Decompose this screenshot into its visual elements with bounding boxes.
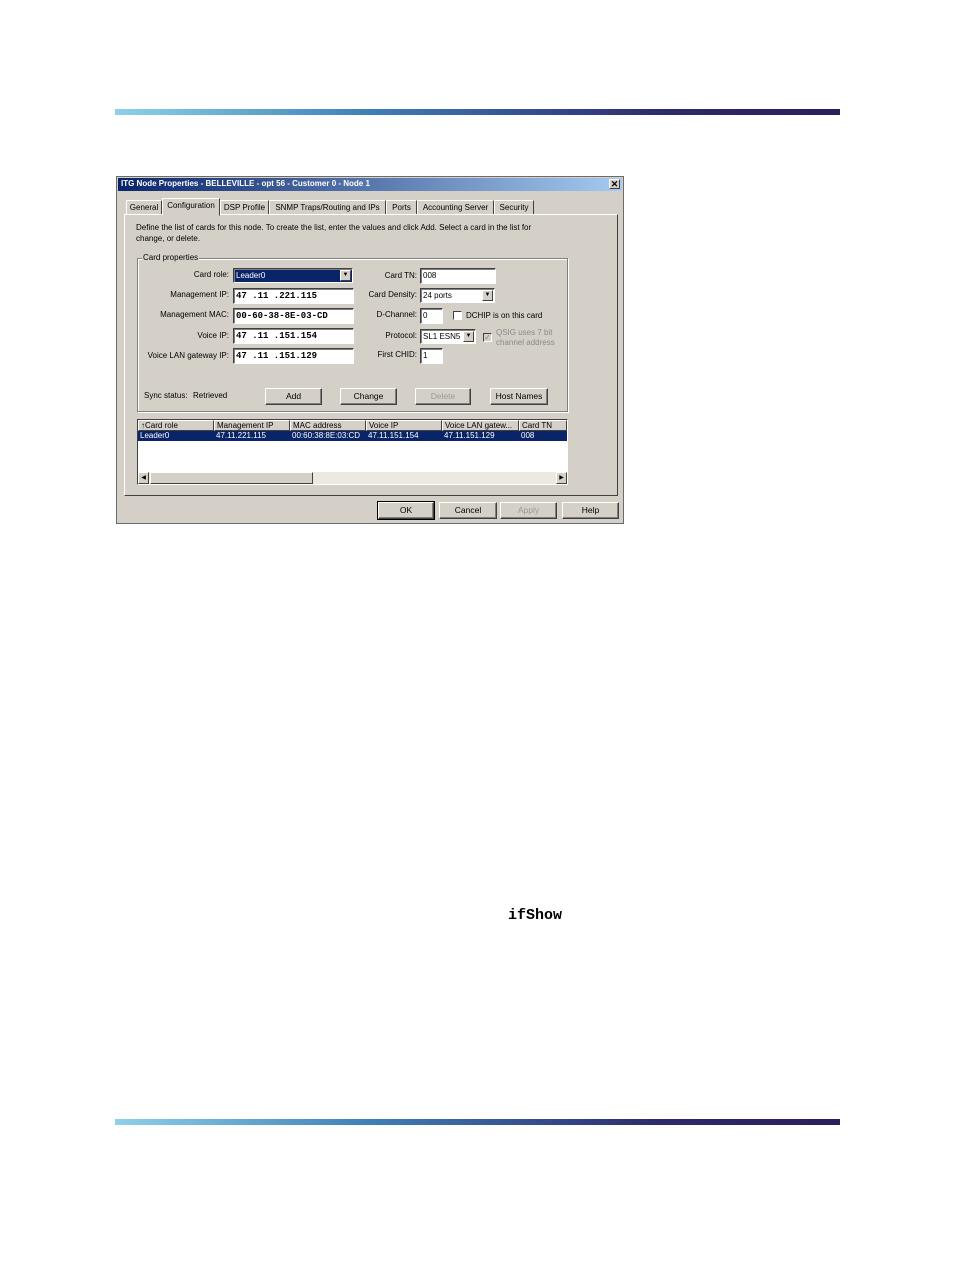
description-line-1: Define the list of cards for this node. … xyxy=(136,223,532,232)
card-density-label: Card Density: xyxy=(368,290,417,299)
column-header-management-ip[interactable]: Management IP xyxy=(214,420,290,431)
tab-snmp-traps[interactable]: SNMP Traps/Routing and IPs xyxy=(269,200,386,215)
first-chid-input[interactable]: 1 xyxy=(420,348,443,364)
column-label: Card role xyxy=(145,421,178,430)
card-role-select[interactable]: Leader0 ▼ xyxy=(233,268,353,283)
cancel-button[interactable]: Cancel xyxy=(439,502,497,519)
protocol-label: Protocol: xyxy=(385,331,417,340)
close-icon: ✕ xyxy=(610,179,619,189)
chevron-down-icon[interactable]: ▼ xyxy=(482,290,493,301)
dialog-title: ITG Node Properties - BELLEVILLE - opt 5… xyxy=(121,179,370,188)
horizontal-scrollbar[interactable]: ◀ ▶ xyxy=(138,472,567,484)
qsig-label-line-1: QSIG uses 7 bit xyxy=(496,328,553,337)
voice-ip-input[interactable]: 47 .11 .151.154 xyxy=(233,328,354,344)
management-mac-label: Management MAC: xyxy=(160,310,229,319)
apply-button[interactable]: Apply xyxy=(500,502,557,519)
title-bar[interactable]: ITG Node Properties - BELLEVILLE - opt 5… xyxy=(118,178,622,191)
sync-status-label: Sync status: xyxy=(144,391,188,400)
card-density-value: 24 ports xyxy=(423,291,452,300)
management-mac-input[interactable]: 00-60-38-8E-03-CD xyxy=(233,308,354,324)
close-button[interactable]: ✕ xyxy=(609,179,620,189)
management-ip-label: Management IP: xyxy=(170,290,229,299)
chevron-down-icon[interactable]: ▼ xyxy=(340,270,351,281)
cell-mac-address: 00:60:38:8E:03:CD xyxy=(292,431,361,440)
column-header-voice-gateway[interactable]: Voice LAN gatew... xyxy=(442,420,519,431)
first-chid-label: First CHID: xyxy=(377,350,417,359)
protocol-value: SL1 ESN5 xyxy=(423,332,461,341)
ok-button[interactable]: OK xyxy=(377,501,435,520)
protocol-select[interactable]: SL1 ESN5 ▼ xyxy=(420,329,476,344)
tab-security[interactable]: Security xyxy=(494,200,534,215)
dchannel-label: D-Channel: xyxy=(376,310,417,319)
change-button[interactable]: Change xyxy=(340,388,397,405)
card-tn-label: Card TN: xyxy=(384,271,417,280)
sync-status-value: Retrieved xyxy=(193,391,228,400)
card-tn-input[interactable]: 008 xyxy=(420,268,496,284)
dchannel-input[interactable]: 0 xyxy=(420,308,443,324)
dchip-checkbox[interactable] xyxy=(453,311,462,320)
cell-voice-ip: 47.11.151.154 xyxy=(368,431,419,440)
tab-configuration[interactable]: Configuration xyxy=(162,198,220,216)
voice-gateway-input[interactable]: 47 .11 .151.129 xyxy=(233,348,354,364)
management-ip-input[interactable]: 47 .11 .221.115 xyxy=(233,288,354,304)
help-button[interactable]: Help xyxy=(562,502,619,519)
code-text-ifshow: ifShow xyxy=(508,907,563,924)
qsig-checkbox: ✓ xyxy=(483,333,492,342)
column-header-card-tn[interactable]: Card TN xyxy=(519,420,567,431)
card-role-label: Card role: xyxy=(193,270,229,279)
cell-card-role: Leader0 xyxy=(140,431,170,440)
cell-voice-gateway: 47.11.151.129 xyxy=(444,431,495,440)
scroll-left-icon[interactable]: ◀ xyxy=(138,472,149,484)
tab-ports[interactable]: Ports xyxy=(386,200,417,215)
footer-rule xyxy=(115,1119,840,1125)
itg-node-properties-dialog: ITG Node Properties - BELLEVILLE - opt 5… xyxy=(116,176,624,524)
dchip-label: DCHIP is on this card xyxy=(466,311,543,320)
tab-general[interactable]: General xyxy=(126,200,162,215)
card-density-select[interactable]: 24 ports ▼ xyxy=(420,288,495,303)
host-names-button[interactable]: Host Names xyxy=(490,388,548,405)
add-button[interactable]: Add xyxy=(265,388,322,405)
card-properties-label: Card properties xyxy=(142,253,200,262)
scroll-right-icon[interactable]: ▶ xyxy=(556,472,567,484)
column-header-card-role[interactable]: ↑Card role xyxy=(138,420,214,431)
cell-card-tn: 008 xyxy=(521,431,535,440)
cell-management-ip: 47.11.221.115 xyxy=(216,431,266,440)
tab-accounting-server[interactable]: Accounting Server xyxy=(417,200,494,215)
description-line-2: change, or delete. xyxy=(136,234,201,243)
header-rule xyxy=(115,109,840,115)
card-role-value: Leader0 xyxy=(236,271,266,280)
voice-gateway-label: Voice LAN gateway IP: xyxy=(147,351,229,360)
column-header-mac-address[interactable]: MAC address xyxy=(290,420,366,431)
card-list[interactable]: ↑Card role Management IP MAC address Voi… xyxy=(137,419,568,485)
chevron-down-icon[interactable]: ▼ xyxy=(463,331,474,342)
qsig-label-line-2: channel address xyxy=(496,338,555,347)
voice-ip-label: Voice IP: xyxy=(197,331,229,340)
column-header-voice-ip[interactable]: Voice IP xyxy=(366,420,442,431)
delete-button[interactable]: Delete xyxy=(415,388,471,405)
scroll-thumb[interactable] xyxy=(150,472,313,484)
tab-dsp-profile[interactable]: DSP Profile xyxy=(220,200,269,215)
